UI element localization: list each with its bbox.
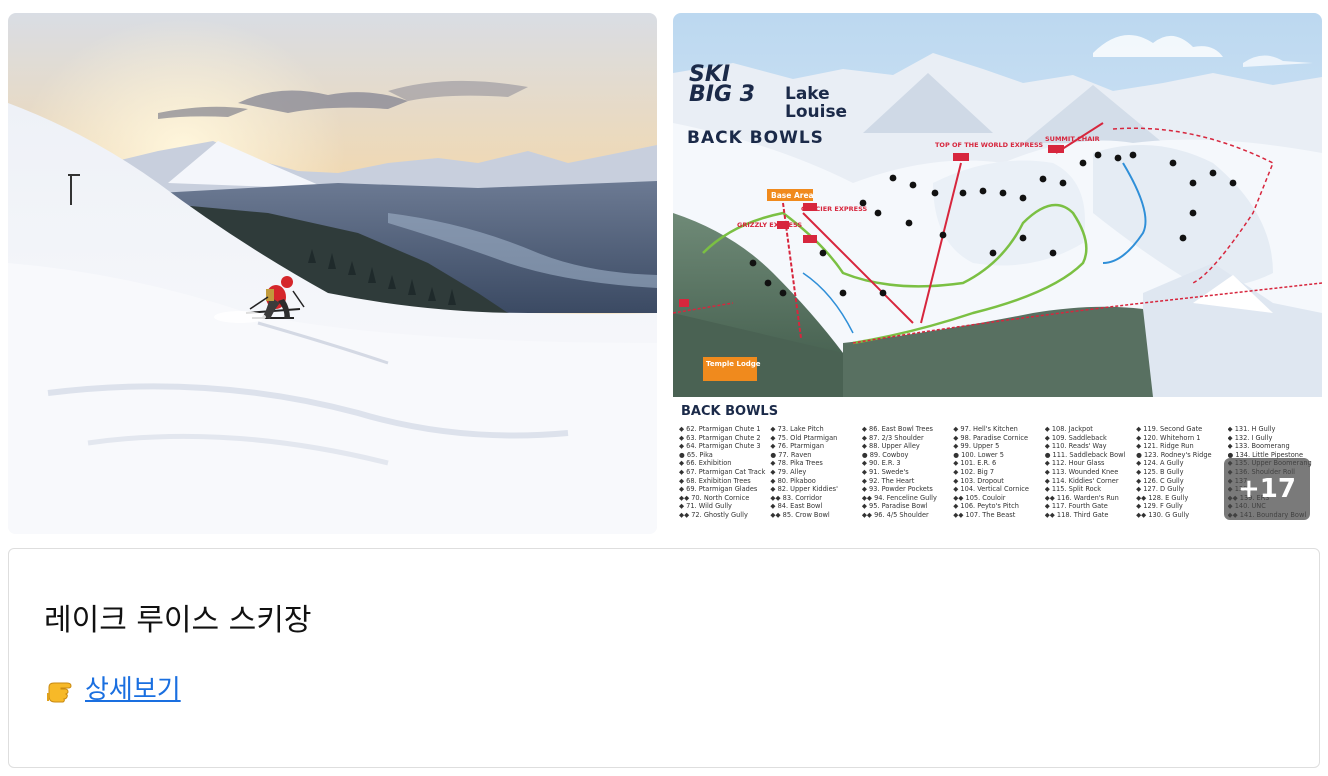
legend-item: ◆ 97. Hell's Kitchen	[953, 425, 1018, 433]
legend-column: ◆ 62. Ptarmigan Chute 1 ◆ 63. Ptarmigan C…	[679, 425, 770, 534]
legend-item: ◆ 115. Split Rock	[1044, 485, 1102, 494]
legend-item: ◆ 102. Big 7	[953, 467, 995, 476]
legend-item: ◆ 133. Boomerang	[1227, 442, 1290, 451]
legend-item: ◆ 86. East Bowl Trees	[861, 425, 933, 433]
base-area-label: Base Area	[771, 191, 814, 200]
legend-item: ◆ 76. Ptarmigan	[770, 442, 825, 451]
resort-card: 레이크 루이스 스키장 상세보기	[8, 548, 1320, 768]
lift-label: GRIZZLY EXPRESS	[737, 221, 802, 229]
legend-item: ◆ 113. Wounded Knee	[1044, 467, 1119, 476]
legend-item: ◆ 132. I Gully	[1227, 433, 1273, 442]
legend-item: ◆ 71. Wild Gully	[679, 502, 732, 511]
legend-item: ◆ 121. Ridge Run	[1136, 442, 1194, 451]
legend-item: ◆ 129. F Gully	[1136, 502, 1183, 511]
trail-map-illustration: SUMMIT CHAIR TOP OF THE WORLD EXPRESS GL…	[673, 13, 1322, 397]
legend-item: ◆ 119. Second Gate	[1136, 425, 1203, 433]
photo-gallery: SUMMIT CHAIR TOP OF THE WORLD EXPRESS GL…	[8, 13, 1322, 534]
legend-item: ◆ 99. Upper 5	[953, 442, 1000, 451]
legend-item: ◆ 64. Ptarmigan Chute 3	[679, 442, 761, 451]
legend-item: ◆ 127. D Gully	[1136, 485, 1185, 494]
trail-map-photo[interactable]: SUMMIT CHAIR TOP OF THE WORLD EXPRESS GL…	[673, 13, 1322, 534]
legend-item: ● 77. Raven	[770, 450, 812, 459]
legend-item: ◆ 95. Paradise Bowl	[861, 502, 928, 511]
legend-item: ◆◆ 105. Couloir	[953, 493, 1006, 502]
legend-column: ◆ 108. Jackpot ◆ 109. Saddleback ◆ 110. Re…	[1045, 425, 1136, 534]
legend-item: ◆◆ 130. G Gully	[1136, 510, 1190, 519]
legend-item: ◆ 106. Peyto's Pitch	[953, 502, 1019, 511]
legend-item: ◆ 131. H Gully	[1227, 425, 1276, 433]
legend-item: ● 111. Saddleback Bowl	[1044, 450, 1126, 459]
legend-item: ◆◆ 118. Third Gate	[1044, 510, 1109, 519]
detail-link-row: 상세보기	[45, 669, 181, 706]
legend-item: ◆ 63. Ptarmigan Chute 2	[679, 433, 761, 442]
legend-item: ● 89. Cowboy	[861, 450, 909, 459]
legend-item: ◆ 90. E.R. 3	[861, 459, 901, 468]
legend-item: ◆ 87. 2/3 Shoulder	[861, 433, 924, 442]
pointing-hand-icon	[47, 682, 72, 702]
ski-big-logo: SKI BIG 3	[689, 62, 755, 107]
legend-heading: BACK BOWLS	[681, 404, 779, 419]
legend-item: ◆ 112. Hour Glass	[1044, 459, 1105, 468]
legend-column: ◆ 73. Lake Pitch ◆ 75. Old Ptarmigan ◆ 76.…	[770, 425, 861, 534]
legend-item: ◆◆ 72. Ghostly Gully	[679, 510, 748, 519]
trail-legend: ◆ 62. Ptarmigan Chute 1 ◆ 63. Ptarmigan C…	[679, 425, 1319, 534]
legend-item: ◆ 78. Pika Trees	[770, 459, 823, 468]
legend-item: ◆◆ 70. North Cornice	[679, 493, 750, 502]
more-photos-badge[interactable]: +17	[1224, 458, 1310, 520]
legend-item: ◆ 93. Powder Pockets	[861, 485, 933, 494]
legend-item: ◆ 101. E.R. 6	[953, 459, 997, 468]
skier-photo[interactable]	[8, 13, 657, 534]
legend-item: ◆ 117. Fourth Gate	[1044, 502, 1108, 511]
legend-item: ◆ 108. Jackpot	[1044, 425, 1093, 433]
legend-item: ◆◆ 96. 4/5 Shoulder	[861, 510, 929, 519]
legend-item: ◆ 114. Kiddies' Corner	[1044, 476, 1119, 485]
legend-item: ◆◆ 107. The Beast	[953, 510, 1016, 519]
legend-item: ◆ 98. Paradise Cornice	[953, 433, 1029, 442]
legend-item: ◆ 103. Dropout	[953, 476, 1004, 485]
legend-item: ◆ 88. Upper Alley	[861, 442, 920, 451]
legend-item: ◆ 92. The Heart	[861, 476, 915, 485]
legend-item: ◆◆ 85. Crow Bowl	[770, 510, 830, 519]
skier-photo-image	[8, 13, 657, 534]
legend-item: ◆ 110. Reads' Way	[1044, 442, 1107, 451]
legend-item: ◆ 73. Lake Pitch	[770, 425, 824, 433]
legend-item: ◆ 125. B Gully	[1136, 467, 1184, 476]
legend-item: ◆ 91. Swede's	[861, 467, 909, 476]
legend-item: ◆ 104. Vertical Cornice	[953, 485, 1029, 494]
legend-item: ◆ 79. Alley	[770, 467, 807, 476]
legend-item: ◆ 62. Ptarmigan Chute 1	[679, 425, 761, 433]
legend-item: ◆ 82. Upper Kiddies'	[770, 485, 838, 494]
lift-label: SUMMIT CHAIR	[1045, 135, 1100, 143]
legend-item: ◆ 66. Exhibition	[679, 459, 732, 468]
legend-item: ◆◆ 83. Corridor	[770, 493, 822, 502]
resort-title: 레이크 루이스 스키장	[44, 603, 312, 638]
legend-item: ◆ 84. East Bowl	[770, 502, 823, 511]
legend-item: ● 100. Lower 5	[953, 450, 1004, 459]
legend-item: ◆ 69. Ptarmigan Glades	[679, 485, 758, 494]
legend-item: ◆ 67. Ptarmigan Cat Track	[679, 467, 766, 476]
legend-item: ◆ 75. Old Ptarmigan	[770, 433, 838, 442]
temple-lodge-label: Temple Lodge	[706, 360, 761, 368]
legend-column: ◆ 97. Hell's Kitchen ◆ 98. Paradise Corni…	[953, 425, 1044, 534]
legend-column: ◆ 119. Second Gate ◆ 120. Whitehorn 1 ◆ 12…	[1136, 425, 1227, 534]
legend-item: ◆ 80. Pikaboo	[770, 476, 816, 485]
legend-item: ◆◆ 116. Warden's Run	[1044, 493, 1119, 502]
lift-label: TOP OF THE WORLD EXPRESS	[935, 141, 1043, 149]
detail-link[interactable]: 상세보기	[85, 669, 181, 706]
legend-column: ◆ 86. East Bowl Trees ◆ 87. 2/3 Shoulder ◆…	[862, 425, 953, 534]
lake-louise-logo: Lake Louise	[785, 84, 848, 122]
legend-item: ● 123. Rodney's Ridge	[1136, 450, 1212, 459]
legend-item: ◆ 109. Saddleback	[1044, 433, 1107, 442]
legend-item: ◆ 68. Exhibition Trees	[679, 476, 751, 485]
lift-label: GLACIER EXPRESS	[801, 205, 867, 213]
area-title: BACK BOWLS	[687, 128, 824, 148]
legend-item: ● 65. Pika	[679, 450, 713, 459]
legend-item: ◆◆ 94. Fenceline Gully	[861, 493, 937, 502]
legend-item: ◆ 120. Whitehorn 1	[1136, 433, 1201, 442]
legend-item: ◆◆ 128. E Gully	[1136, 493, 1189, 502]
legend-item: ◆ 124. A Gully	[1136, 459, 1184, 468]
legend-item: ◆ 126. C Gully	[1136, 476, 1184, 485]
